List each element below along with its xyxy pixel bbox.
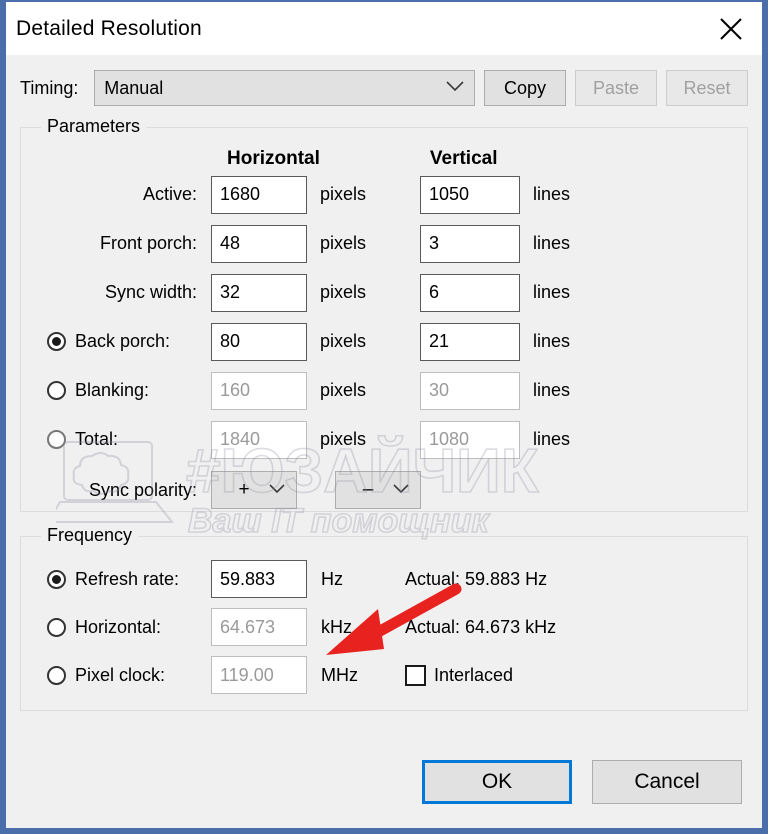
param-label-back-porch: Back porch: — [21, 331, 211, 352]
close-button[interactable] — [700, 2, 762, 55]
blanking-vertical-input[interactable]: 30 — [420, 371, 520, 410]
param-row-sync-width: Sync width: 32 pixels 6 lines — [21, 268, 747, 317]
param-row-front-porch: Front porch: 48 pixels 3 lines — [21, 219, 747, 268]
unit-lines: lines — [533, 380, 571, 400]
timing-selected-value: Manual — [104, 77, 164, 98]
total-vertical-input[interactable]: 1080 — [420, 420, 520, 459]
unit-lines: lines — [533, 184, 571, 204]
chevron-down-icon — [446, 79, 464, 97]
frequency-row-horizontal: Horizontal: 64.673 kHz Actual: 64.673 kH… — [21, 603, 747, 651]
horizontal-frequency-unit: kHz — [321, 616, 352, 637]
ok-button[interactable]: OK — [422, 760, 572, 804]
radio-total[interactable] — [47, 430, 66, 449]
param-row-sync-polarity: Sync polarity: + – — [21, 464, 747, 516]
sync-polarity-horizontal-value: + — [238, 479, 250, 500]
unit-pixels: pixels — [320, 282, 367, 302]
timing-label: Timing: — [20, 77, 79, 98]
radio-blanking[interactable] — [47, 381, 66, 400]
param-row-blanking: Blanking: 160 pixels 30 lines — [21, 366, 747, 415]
frequency-label-pixel-clock: Pixel clock: — [21, 665, 211, 686]
param-label-blanking-text: Blanking: — [75, 380, 150, 400]
close-icon — [718, 16, 744, 42]
horizontal-frequency-input[interactable]: 64.673 — [211, 608, 307, 646]
sync-width-vertical-input[interactable]: 6 — [420, 273, 520, 312]
front-porch-horizontal-input[interactable]: 48 — [211, 224, 307, 263]
horizontal-frequency-actual: Actual: 64.673 kHz — [405, 616, 557, 637]
param-row-active: Active: 1680 pixels 1050 lines — [21, 170, 747, 219]
pixel-clock-input[interactable]: 119.00 — [211, 656, 307, 694]
parameters-group: Parameters Horizontal Vertical Active: 1… — [20, 116, 748, 512]
dialog-content: Timing: Manual Copy Paste Reset Paramete… — [6, 55, 762, 750]
frequency-legend: Frequency — [41, 525, 139, 546]
sync-polarity-vertical-value: – — [362, 479, 374, 500]
unit-lines: lines — [533, 233, 571, 253]
frequency-label-refresh-rate: Refresh rate: — [21, 569, 211, 590]
unit-pixels: pixels — [320, 184, 367, 204]
parameters-legend: Parameters — [41, 116, 147, 137]
total-horizontal-input[interactable]: 1840 — [211, 420, 307, 459]
param-label-blanking: Blanking: — [21, 380, 211, 401]
param-row-total: Total: 1840 pixels 1080 lines — [21, 415, 747, 464]
refresh-rate-input[interactable]: 59.883 — [211, 560, 307, 598]
param-row-back-porch: Back porch: 80 pixels 21 lines — [21, 317, 747, 366]
unit-lines: lines — [533, 282, 571, 302]
sync-polarity-horizontal-select[interactable]: + — [211, 471, 297, 509]
sync-polarity-vertical-select[interactable]: – — [335, 471, 421, 509]
frequency-label-horizontal: Horizontal: — [21, 617, 211, 638]
unit-pixels: pixels — [320, 331, 367, 351]
active-vertical-input[interactable]: 1050 — [420, 175, 520, 214]
radio-horizontal-frequency[interactable] — [47, 617, 66, 637]
timing-row: Timing: Manual Copy Paste Reset — [20, 55, 748, 107]
param-label-sync-polarity: Sync polarity: — [88, 479, 197, 500]
active-horizontal-input[interactable]: 1680 — [211, 175, 307, 214]
param-label-total: Total: — [21, 429, 211, 450]
front-porch-vertical-input[interactable]: 3 — [420, 224, 520, 263]
pixel-clock-unit: MHz — [321, 664, 358, 685]
radio-refresh-rate[interactable] — [47, 569, 66, 589]
unit-pixels: pixels — [320, 380, 367, 400]
refresh-rate-actual: Actual: 59.883 Hz — [405, 568, 548, 589]
frequency-group: Frequency Refresh rate: 59.883 Hz Actual… — [20, 525, 748, 711]
cancel-button[interactable]: Cancel — [592, 760, 742, 804]
back-porch-vertical-input[interactable]: 21 — [420, 322, 520, 361]
unit-pixels: pixels — [320, 429, 367, 449]
frequency-row-refresh-rate: Refresh rate: 59.883 Hz Actual: 59.883 H… — [21, 555, 747, 603]
chevron-down-icon — [393, 481, 409, 499]
blanking-horizontal-input[interactable]: 160 — [211, 371, 307, 410]
page-title: Detailed Resolution — [16, 16, 202, 40]
radio-back-porch[interactable] — [47, 332, 66, 351]
back-porch-horizontal-input[interactable]: 80 — [211, 322, 307, 361]
reset-button[interactable]: Reset — [666, 70, 748, 106]
timing-select[interactable]: Manual — [94, 70, 475, 106]
frequency-label-refresh-rate-text: Refresh rate: — [75, 568, 180, 589]
interlaced-label: Interlaced — [434, 664, 514, 685]
chevron-down-icon — [269, 481, 285, 499]
frequency-label-pixel-clock-text: Pixel clock: — [75, 664, 166, 685]
paste-button[interactable]: Paste — [575, 70, 657, 106]
refresh-rate-unit: Hz — [321, 568, 343, 589]
param-label-back-porch-text: Back porch: — [75, 331, 171, 351]
detailed-resolution-dialog: Detailed Resolution Timing: Manual Copy … — [6, 2, 762, 828]
copy-button[interactable]: Copy — [484, 70, 566, 106]
title-bar: Detailed Resolution — [6, 2, 762, 55]
unit-lines: lines — [533, 331, 571, 351]
dialog-footer: OK Cancel — [6, 750, 762, 828]
unit-pixels: pixels — [320, 233, 367, 253]
radio-pixel-clock[interactable] — [47, 665, 66, 685]
sync-width-horizontal-input[interactable]: 32 — [211, 273, 307, 312]
frequency-label-horizontal-text: Horizontal: — [75, 616, 162, 637]
frequency-row-pixel-clock: Pixel clock: 119.00 MHz Interlaced — [21, 651, 747, 699]
column-header-horizontal: Horizontal — [227, 148, 320, 169]
interlaced-checkbox[interactable] — [405, 664, 426, 686]
column-header-vertical: Vertical — [429, 148, 498, 169]
param-label-total-text: Total: — [75, 429, 119, 449]
param-label-front-porch: Front porch: — [99, 233, 197, 253]
param-label-sync-width: Sync width: — [104, 282, 197, 302]
param-label-active: Active: — [142, 184, 197, 204]
unit-lines: lines — [533, 429, 571, 449]
